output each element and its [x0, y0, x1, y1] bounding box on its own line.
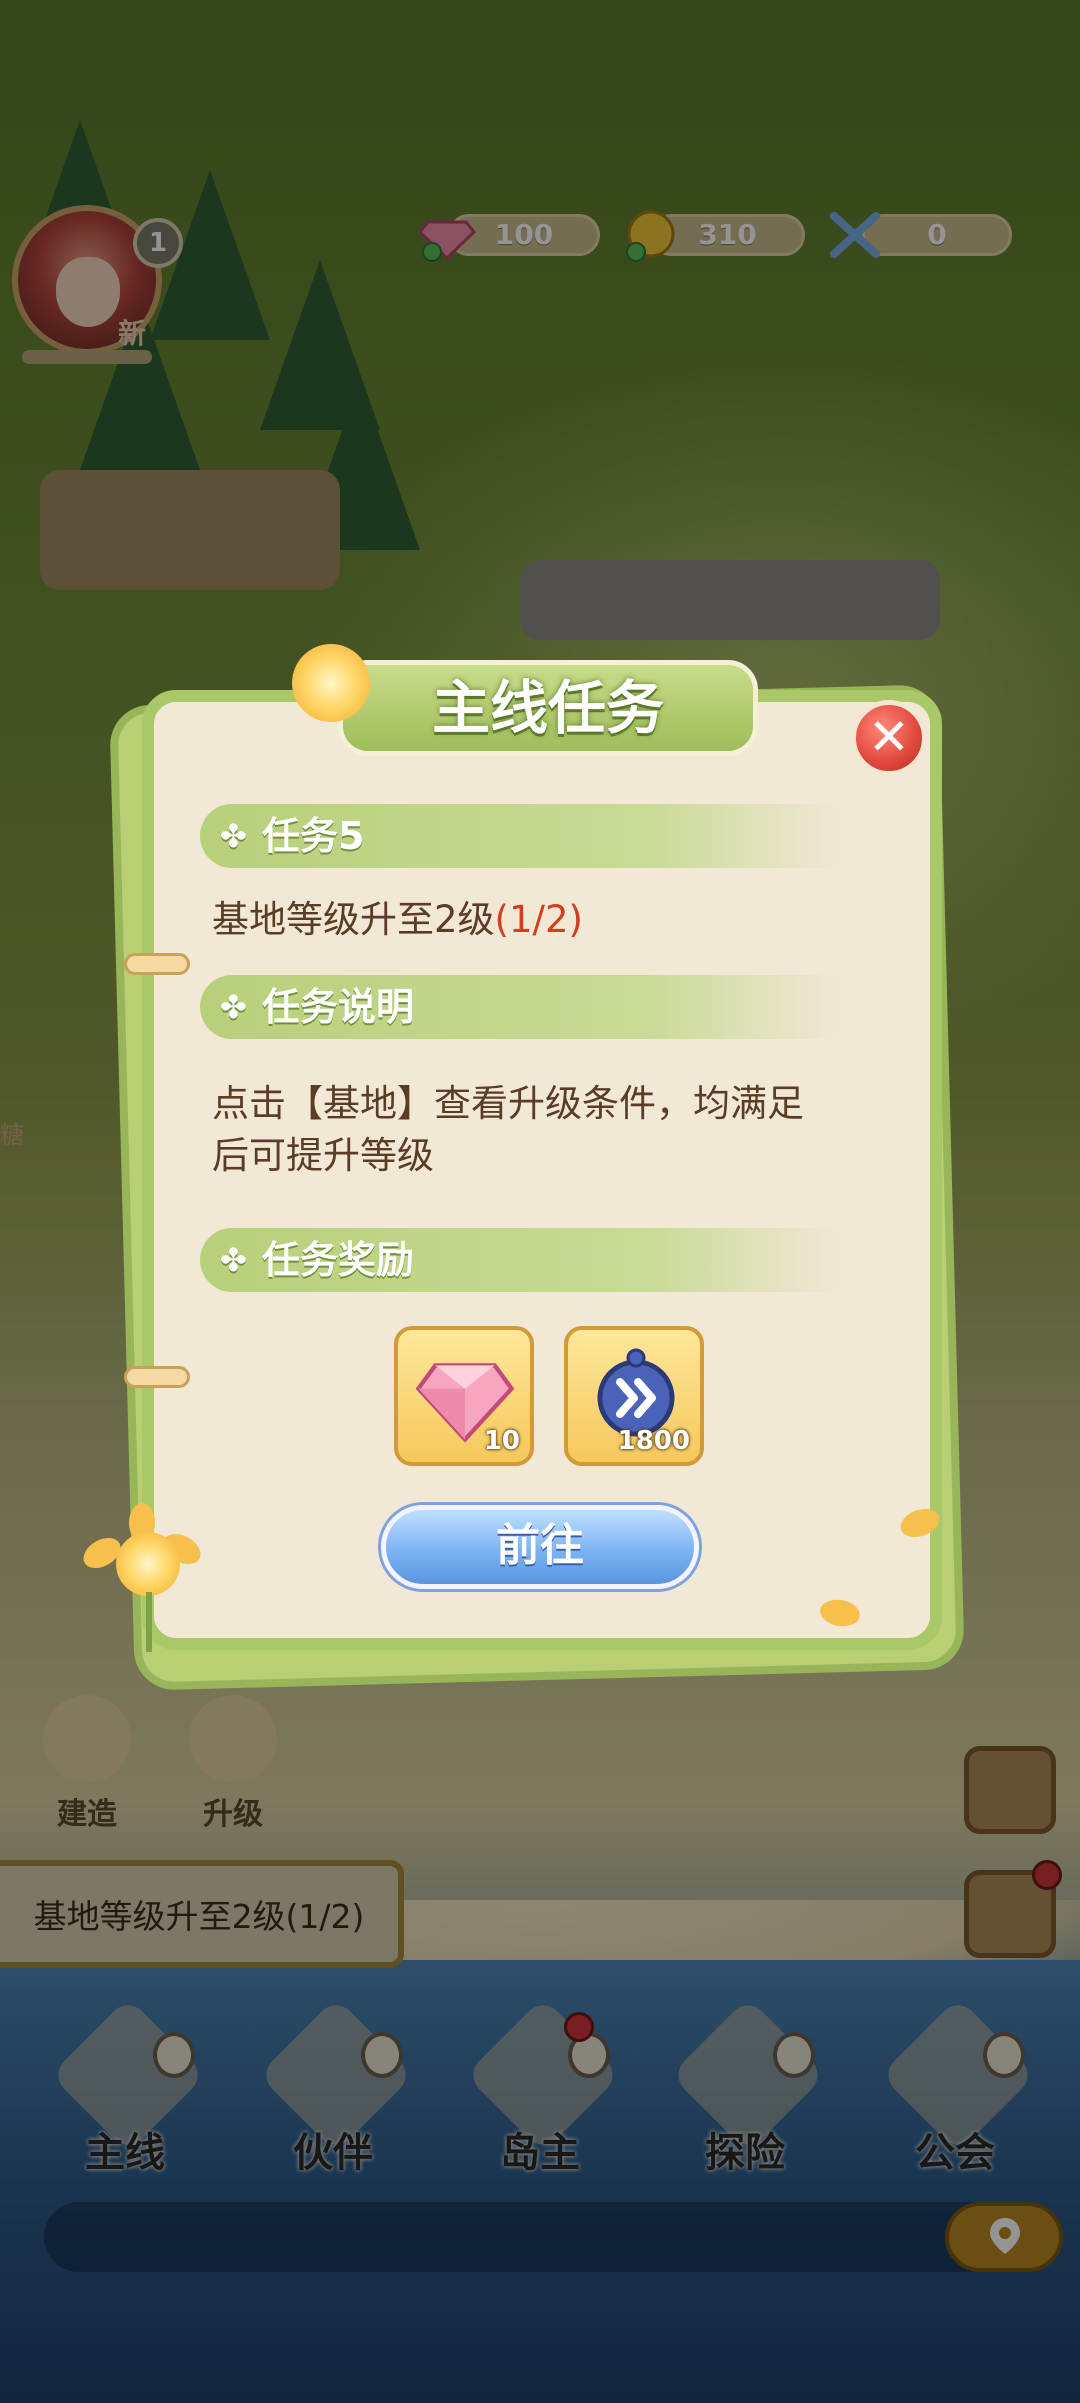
task-text: 基地等级升至2级	[212, 898, 495, 941]
flower-decoration	[292, 644, 370, 722]
reward-section-header: ✤ 任务奖励	[200, 1228, 840, 1292]
description-heading: 任务说明	[262, 985, 415, 1029]
task-progress: (1/2)	[494, 898, 583, 941]
reward-item[interactable]: 1800	[564, 1326, 704, 1466]
description-line: 点击【基地】查看升级条件，均满足	[212, 1082, 804, 1125]
flower-stem	[146, 1592, 152, 1652]
binder-pin	[124, 953, 190, 975]
go-button[interactable]: 前往	[381, 1505, 699, 1589]
task-section-header: ✤ 任务5	[200, 804, 840, 868]
description-line: 后可提升等级	[212, 1134, 434, 1177]
task-description: 点击【基地】查看升级条件，均满足 后可提升等级	[212, 1078, 804, 1182]
close-button[interactable]: ✕	[851, 700, 927, 776]
dialog-title: 主线任务	[338, 660, 758, 756]
sparkle-icon: ✤	[220, 1241, 247, 1279]
task-heading: 任务5	[262, 814, 365, 858]
sparkle-icon: ✤	[220, 988, 247, 1026]
reward-heading: 任务奖励	[262, 1238, 415, 1282]
flower-decoration	[72, 1480, 232, 1660]
reward-item[interactable]: 10	[394, 1326, 534, 1466]
flower-center	[116, 1532, 180, 1596]
binder-pin	[124, 1366, 190, 1388]
reward-count: 1800	[617, 1426, 690, 1456]
task-objective: 基地等级升至2级(1/2)	[212, 894, 583, 946]
description-section-header: ✤ 任务说明	[200, 975, 840, 1039]
reward-count: 10	[483, 1426, 520, 1456]
sparkle-icon: ✤	[220, 817, 247, 855]
